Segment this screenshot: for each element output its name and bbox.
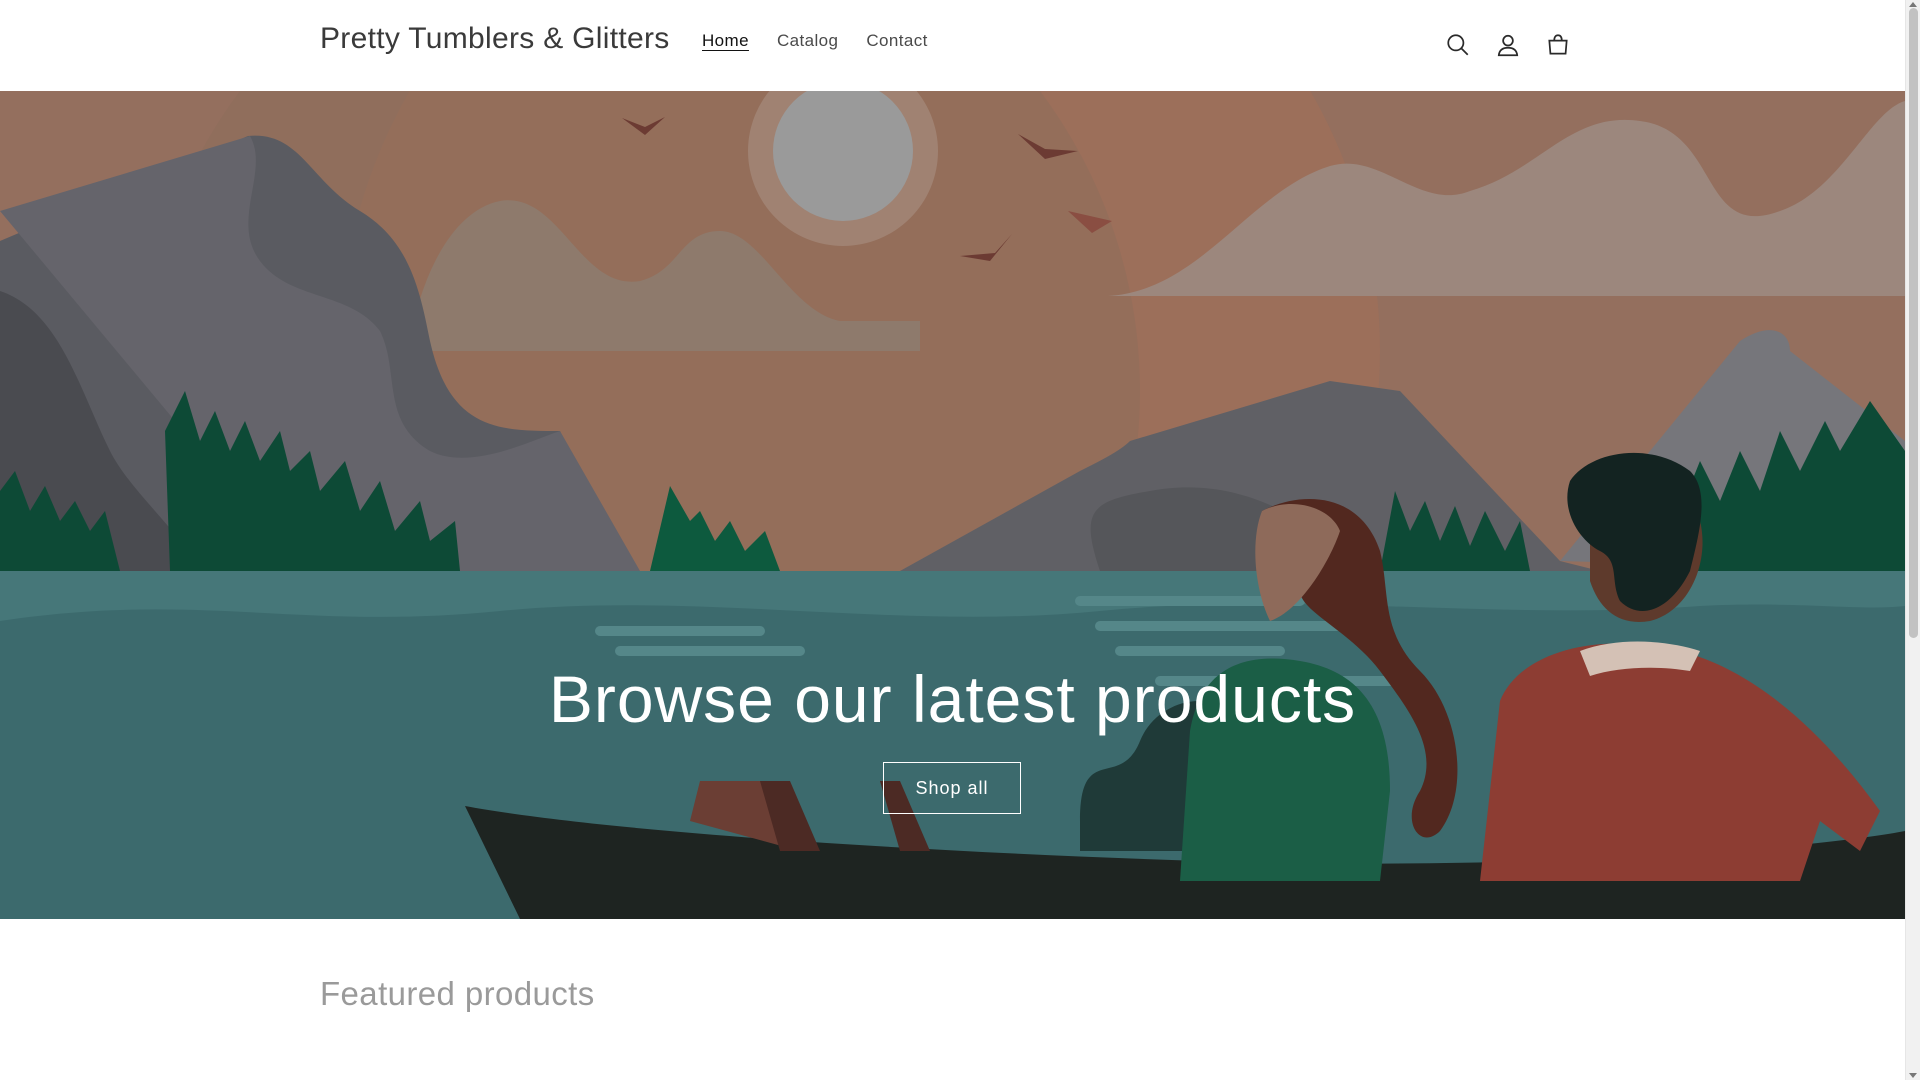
shop-all-button[interactable]: Shop all: [883, 762, 1021, 814]
account-icon: [1497, 34, 1519, 57]
search-button[interactable]: [1441, 25, 1475, 65]
scroll-down-arrow[interactable]: [1909, 1073, 1917, 1078]
scroll-thumb[interactable]: [1909, 8, 1918, 638]
header-icons: [1441, 25, 1575, 65]
account-button[interactable]: [1491, 25, 1525, 65]
main-nav: Home Catalog Contact: [688, 31, 942, 51]
page: Pretty Tumblers & Glitters Home Catalog …: [0, 0, 1905, 1080]
nav-contact[interactable]: Contact: [852, 31, 941, 51]
site-header: Pretty Tumblers & Glitters Home Catalog …: [0, 0, 1905, 92]
cart-button[interactable]: [1541, 25, 1575, 65]
store-logo[interactable]: Pretty Tumblers & Glitters: [320, 22, 670, 56]
hero-banner: Browse our latest products Shop all: [0, 91, 1905, 919]
nav-catalog[interactable]: Catalog: [763, 31, 852, 51]
cart-icon: [1548, 34, 1568, 55]
hero-title: Browse our latest products: [548, 662, 1357, 736]
scroll-up-arrow[interactable]: [1909, 2, 1917, 7]
featured-products-heading: Featured products: [320, 975, 595, 1012]
page-scrollbar[interactable]: [1905, 0, 1920, 1080]
nav-home[interactable]: Home: [688, 31, 763, 51]
search-icon: [1447, 34, 1469, 56]
